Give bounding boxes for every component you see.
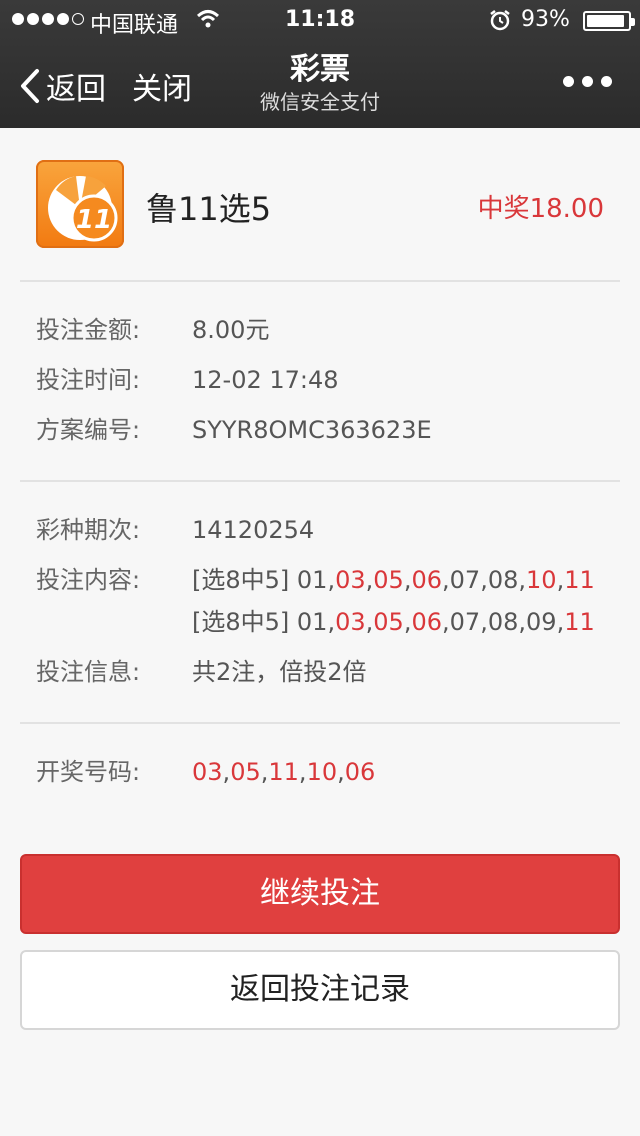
back-to-records-button[interactable]: 返回投注记录 [20,950,620,1030]
scheme-label: 方案编号: [36,416,141,444]
hit-number: 11 [564,566,595,594]
scheme-value: SYYR8OMC363623E [192,416,432,444]
battery-percent: 93% [521,7,570,32]
hit-number: 11 [564,608,595,636]
hit-number: 05 [373,566,404,594]
bet-number: 08 [487,566,519,594]
bet-number: 01 [296,608,328,636]
bet-number: 08 [487,608,519,636]
bet-number: 01 [296,566,328,594]
content-label: 投注内容: [36,566,141,594]
bet-detail-label: 投注信息: [36,658,141,686]
period-label: 彩种期次: [36,516,141,544]
win-amount: 中奖18.00 [477,194,604,224]
time-value: 12-02 17:48 [192,366,339,394]
hit-number: 06 [411,566,443,594]
continue-bet-button[interactable]: 继续投注 [20,854,620,934]
nav-bar: 返回 关闭 彩票 微信安全支付 [0,40,640,128]
hit-number: 03 [335,566,366,594]
bet-line-prefix: [选8中5] [192,566,297,594]
drawn-number: 06 [344,758,376,786]
divider [20,480,620,482]
bet-line: [选8中5] 01,03,05,06,07,08,09,11 [192,608,595,636]
hit-number: 10 [526,566,557,594]
lottery-name: 鲁11选5 [146,190,272,228]
bet-number: 07 [449,566,481,594]
divider [20,722,620,724]
result-numbers: 03,05,11,10,06 [192,758,376,786]
status-bar: 中国联通 11:18 93% [0,0,640,40]
page-title: 彩票 [290,52,350,87]
time-label: 投注时间: [36,366,141,394]
bet-line: [选8中5] 01,03,05,06,07,08,10,11 [192,566,595,594]
bet-number: 07 [449,608,481,636]
alarm-icon [488,8,512,38]
drawn-number: 05 [230,758,261,786]
result-label: 开奖号码: [36,758,141,786]
battery-icon [583,11,635,31]
more-options-icon[interactable] [563,76,612,87]
lottery-app-icon: 11 [36,160,124,248]
top-header: 中国联通 11:18 93% 返回 关闭 彩票 微信安全支付 [0,0,640,128]
app-icon-text: 11 [76,205,112,235]
amount-value: 8.00元 [192,316,270,344]
divider [20,280,620,282]
nav-title-block: 彩票 微信安全支付 [0,52,640,116]
amount-label: 投注金额: [36,316,141,344]
hit-number: 05 [373,608,404,636]
page-subtitle: 微信安全支付 [260,90,380,114]
hit-number: 03 [335,608,366,636]
bet-line-prefix: [选8中5] [192,608,297,636]
drawn-number: 11 [268,758,299,786]
bet-detail-value: 共2注，倍投2倍 [192,658,367,686]
drawn-number: 10 [306,758,338,786]
bet-number: 09 [526,608,557,636]
battery-fill [587,15,625,27]
period-value: 14120254 [192,516,315,544]
hit-number: 06 [411,608,443,636]
ticket-summary: 11 鲁11选5 中奖18.00 [0,128,640,280]
drawn-number: 03 [192,758,223,786]
